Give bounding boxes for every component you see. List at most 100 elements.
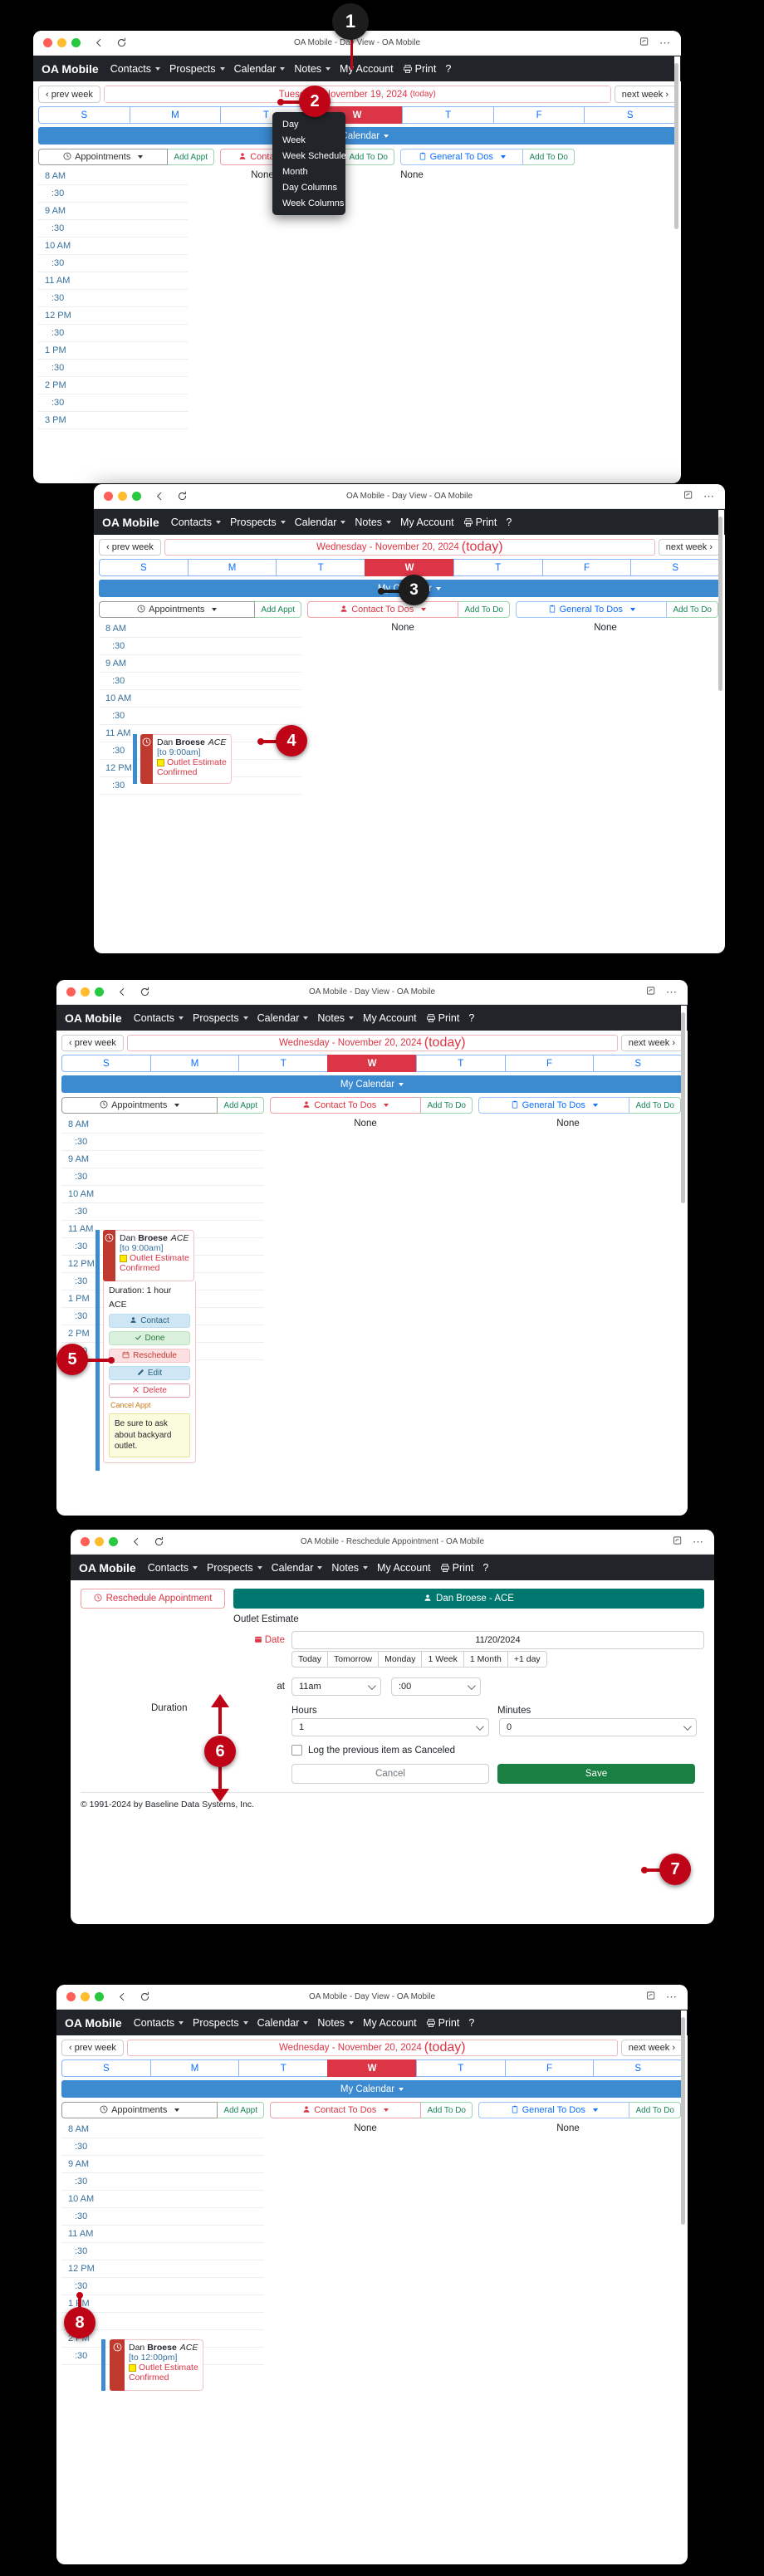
share-icon[interactable] bbox=[683, 489, 693, 504]
share-icon[interactable] bbox=[646, 985, 656, 1000]
log-previous-canceled-checkbox[interactable] bbox=[291, 1745, 302, 1756]
add-appt-button[interactable]: Add Appt bbox=[218, 1097, 264, 1114]
next-week-button[interactable]: next week › bbox=[620, 1035, 683, 1051]
menu-item-day[interactable]: Day bbox=[272, 116, 345, 132]
edit-action-button[interactable]: Edit bbox=[109, 1366, 190, 1380]
time-slot[interactable]: 9 AM bbox=[61, 2156, 264, 2173]
prev-week-button[interactable]: ‹ prev week bbox=[61, 2040, 124, 2056]
reschedule-appointment-header[interactable]: Reschedule Appointment bbox=[81, 1589, 225, 1609]
time-slot[interactable]: 11 AM bbox=[38, 272, 188, 290]
calendar-dropdown-menu[interactable]: Day Week Week Schedule Month Day Columns… bbox=[272, 112, 346, 215]
scrollbar-thumb-1[interactable] bbox=[674, 63, 678, 229]
duration-minutes-select[interactable]: 0 bbox=[499, 1718, 697, 1736]
add-appt-button[interactable]: Add Appt bbox=[218, 2102, 264, 2118]
day-tab-m[interactable]: M bbox=[129, 106, 221, 124]
quick-date-monday[interactable]: Monday bbox=[378, 1651, 422, 1668]
back-arrow-icon[interactable] bbox=[154, 491, 165, 502]
quick-date-1-week[interactable]: 1 Week bbox=[421, 1651, 463, 1668]
quick-date-plus-1-day[interactable]: +1 day bbox=[507, 1651, 547, 1668]
day-tab-t2[interactable]: T bbox=[415, 1055, 505, 1072]
nav-contacts[interactable]: Contacts bbox=[171, 517, 222, 528]
nav-print[interactable]: Print bbox=[440, 1562, 473, 1574]
my-calendar-selector-3[interactable]: My Calendar bbox=[61, 1075, 683, 1093]
cancel-button[interactable]: Cancel bbox=[291, 1764, 489, 1784]
time-slot[interactable]: :30 bbox=[61, 2173, 264, 2191]
maximize-window-dot[interactable] bbox=[132, 492, 141, 501]
reload-icon[interactable] bbox=[116, 37, 127, 48]
nav-prospects[interactable]: Prospects bbox=[230, 517, 286, 528]
scrollbar-track-1[interactable] bbox=[674, 56, 680, 483]
nav-my-account[interactable]: My Account bbox=[377, 1562, 431, 1574]
hour-select[interactable]: 11am bbox=[291, 1677, 381, 1696]
quick-date-tomorrow[interactable]: Tomorrow bbox=[327, 1651, 379, 1668]
chevron-down-icon[interactable] bbox=[349, 1016, 355, 1020]
my-calendar-selector-5[interactable]: My Calendar bbox=[61, 2080, 683, 2098]
more-options-icon[interactable]: ⋯ bbox=[666, 1991, 678, 2002]
time-slot[interactable]: 10 AM bbox=[38, 238, 188, 255]
menu-item-week[interactable]: Week bbox=[272, 132, 345, 148]
chevron-down-icon[interactable] bbox=[363, 1565, 369, 1570]
chevron-down-icon[interactable] bbox=[219, 66, 225, 71]
appointments-dropdown[interactable]: Appointments bbox=[61, 2102, 218, 2118]
appointment-card-after[interactable]: Dan Broese ACE [to 12:00pm] Outlet Estima… bbox=[125, 2339, 203, 2391]
time-slot[interactable]: :30 bbox=[61, 2243, 264, 2260]
next-week-button[interactable]: next week › bbox=[620, 2040, 683, 2056]
nav-notes[interactable]: Notes bbox=[317, 1012, 355, 1024]
chevron-down-icon[interactable] bbox=[257, 1565, 262, 1570]
my-calendar-selector-1[interactable]: My Calendar bbox=[38, 127, 676, 144]
duration-hours-select[interactable]: 1 bbox=[291, 1718, 489, 1736]
done-action-button[interactable]: Done bbox=[109, 1331, 190, 1345]
general-todos-dropdown[interactable]: General To Dos bbox=[478, 1097, 630, 1114]
back-arrow-icon[interactable] bbox=[117, 1991, 128, 2002]
nav-calendar[interactable]: Calendar bbox=[234, 63, 286, 75]
chevron-down-icon[interactable] bbox=[155, 66, 161, 71]
day-tab-m[interactable]: M bbox=[149, 1055, 239, 1072]
nav-help[interactable]: ? bbox=[445, 63, 451, 75]
day-tab-s1[interactable]: S bbox=[99, 559, 188, 576]
nav-my-account[interactable]: My Account bbox=[400, 517, 454, 528]
close-window-dot[interactable] bbox=[66, 1992, 76, 2001]
day-tab-s2[interactable]: S bbox=[593, 2059, 683, 2077]
nav-calendar[interactable]: Calendar bbox=[295, 517, 346, 528]
time-slot[interactable]: :30 bbox=[38, 325, 188, 342]
time-slot[interactable]: :30 bbox=[61, 1134, 264, 1151]
day-tab-m[interactable]: M bbox=[149, 2059, 239, 2077]
share-icon[interactable] bbox=[646, 1990, 656, 2005]
chevron-down-icon[interactable] bbox=[280, 520, 286, 524]
day-tab-f[interactable]: F bbox=[492, 106, 585, 124]
time-slot[interactable]: 12 PM bbox=[38, 307, 188, 325]
nav-contacts[interactable]: Contacts bbox=[148, 1562, 198, 1574]
appointments-dropdown[interactable]: Appointments bbox=[61, 1097, 218, 1114]
menu-item-day-columns[interactable]: Day Columns bbox=[272, 179, 345, 195]
time-slot[interactable]: :30 bbox=[61, 1203, 264, 1221]
chevron-down-icon[interactable] bbox=[317, 1565, 323, 1570]
time-slot[interactable]: 2 PM bbox=[38, 377, 188, 394]
time-slot[interactable]: 10 AM bbox=[99, 690, 301, 708]
nav-print[interactable]: Print bbox=[463, 517, 497, 528]
window-controls[interactable] bbox=[43, 38, 81, 47]
day-tab-f[interactable]: F bbox=[504, 1055, 594, 1072]
nav-calendar[interactable]: Calendar bbox=[257, 1012, 309, 1024]
more-options-icon[interactable]: ⋯ bbox=[666, 987, 678, 997]
nav-calendar[interactable]: Calendar bbox=[257, 2017, 309, 2029]
contact-banner[interactable]: Dan Broese - ACE bbox=[233, 1589, 704, 1609]
nav-prospects[interactable]: Prospects bbox=[207, 1562, 262, 1574]
time-slot[interactable]: :30 bbox=[38, 185, 188, 203]
more-options-icon[interactable]: ⋯ bbox=[659, 37, 671, 48]
time-slot[interactable]: :30 bbox=[61, 2278, 264, 2295]
time-slot[interactable]: :30 bbox=[99, 708, 301, 725]
delete-action-button[interactable]: Delete bbox=[109, 1383, 190, 1398]
close-window-dot[interactable] bbox=[104, 492, 113, 501]
nav-my-account[interactable]: My Account bbox=[340, 63, 394, 75]
close-window-dot[interactable] bbox=[81, 1537, 90, 1546]
menu-item-month[interactable]: Month bbox=[272, 164, 345, 179]
maximize-window-dot[interactable] bbox=[71, 38, 81, 47]
time-slot[interactable]: 8 AM bbox=[61, 1116, 264, 1134]
day-tab-t1[interactable]: T bbox=[238, 2059, 328, 2077]
reschedule-action-button[interactable]: Reschedule bbox=[109, 1349, 190, 1363]
contact-todos-dropdown[interactable]: Contact To Dos bbox=[307, 601, 459, 618]
add-appt-button[interactable]: Add Appt bbox=[255, 601, 301, 618]
day-tab-t1[interactable]: T bbox=[276, 559, 365, 576]
time-slot[interactable]: 8 AM bbox=[38, 168, 188, 185]
next-week-button[interactable]: next week › bbox=[658, 539, 720, 556]
